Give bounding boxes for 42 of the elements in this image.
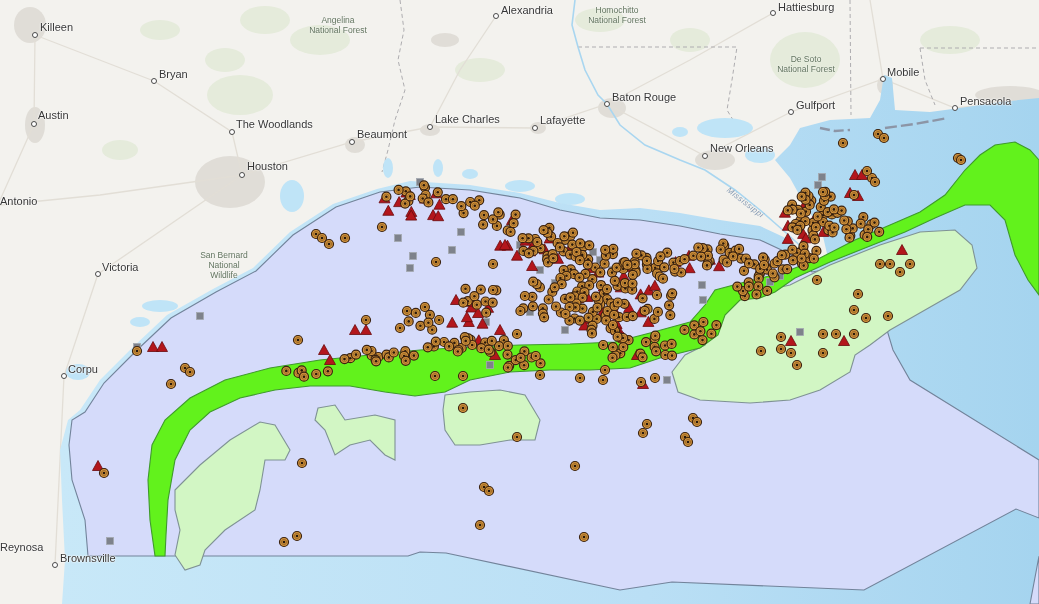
- city-label: Victoria: [102, 261, 139, 274]
- city-marker-icon: [32, 32, 38, 38]
- city-marker-icon: [95, 271, 101, 277]
- city-label: Lafayette: [540, 114, 586, 127]
- city-marker-icon: [52, 562, 58, 568]
- city-marker-icon: [61, 373, 67, 379]
- city-label: Mobile: [887, 66, 920, 79]
- city-label: Lake Charles: [435, 113, 500, 126]
- city-label: New Orleans: [710, 142, 774, 155]
- city-label: Antonio: [0, 195, 38, 208]
- city-label: Beaumont: [357, 128, 408, 141]
- city-marker-icon: [229, 129, 235, 135]
- city-label: Alexandria: [501, 4, 553, 17]
- city-marker-icon: [239, 172, 245, 178]
- city-marker-icon: [493, 13, 499, 19]
- city-label: Hattiesburg: [778, 1, 835, 14]
- city-label: Reynosa: [0, 541, 44, 554]
- park-label: Angelina National Forest: [308, 15, 368, 35]
- city-marker-icon: [427, 124, 433, 130]
- city-label: The Woodlands: [236, 118, 313, 131]
- park-label: Homochitto National Forest: [587, 5, 647, 25]
- city-marker-icon: [151, 78, 157, 84]
- city-label: Pensacola: [960, 95, 1012, 108]
- city-label: Corpu: [68, 363, 98, 376]
- city-label: Bryan: [159, 68, 188, 81]
- city-label: Houston: [247, 160, 288, 173]
- city-marker-icon: [31, 121, 37, 127]
- city-marker-icon: [880, 76, 886, 82]
- city-label: Killeen: [40, 21, 74, 34]
- park-label: De Soto National Forest: [776, 54, 836, 74]
- city-marker-icon: [349, 139, 355, 145]
- city-marker-icon: [532, 125, 538, 131]
- park-label: San Bernard National Wildlife: [199, 250, 249, 280]
- city-marker-icon: [604, 101, 610, 107]
- city-marker-icon: [788, 109, 794, 115]
- city-marker-icon: [952, 105, 958, 111]
- city-label: Brownsville: [60, 552, 116, 565]
- city-label: Austin: [38, 109, 69, 122]
- city-label: Baton Rouge: [612, 91, 677, 104]
- city-marker-icon: [702, 153, 708, 159]
- city-marker-icon: [770, 10, 776, 16]
- city-label: Gulfport: [796, 99, 836, 112]
